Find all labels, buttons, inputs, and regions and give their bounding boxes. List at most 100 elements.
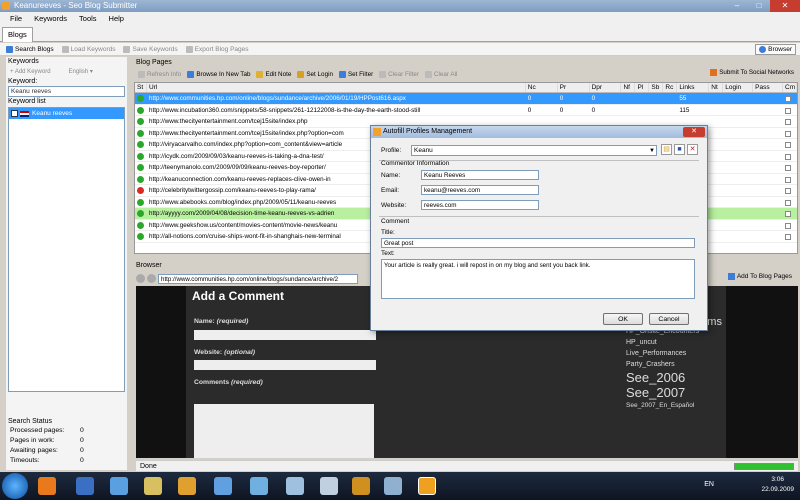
seo-submitter-task-icon[interactable] bbox=[418, 477, 436, 495]
tag-link[interactable]: See_2007_En_Español bbox=[626, 402, 736, 409]
app-icon-5[interactable] bbox=[178, 477, 196, 495]
minimize-button[interactable]: – bbox=[726, 0, 748, 12]
blog-pages-title: Blog Pages bbox=[136, 59, 172, 66]
tag-link[interactable]: See_2006 bbox=[626, 370, 736, 385]
export-blog-pages-button[interactable]: Export Blog Pages bbox=[185, 45, 249, 53]
row-checkbox[interactable] bbox=[785, 96, 792, 102]
keyword-checkbox[interactable] bbox=[11, 110, 18, 117]
tag-link[interactable]: HP_uncut bbox=[626, 339, 736, 346]
col-url[interactable]: Url bbox=[147, 83, 526, 92]
app-icon-7[interactable] bbox=[250, 477, 268, 495]
menu-keywords[interactable]: Keywords bbox=[28, 12, 73, 25]
language-indicator[interactable]: EN bbox=[704, 481, 714, 488]
row-checkbox[interactable] bbox=[785, 222, 792, 229]
new-profile-icon[interactable]: ▤ bbox=[661, 144, 672, 155]
clear-filter-button[interactable]: Clear Filter bbox=[379, 70, 419, 78]
col-nf[interactable]: Nf bbox=[621, 83, 636, 92]
row-checkbox[interactable] bbox=[785, 142, 792, 148]
tab-blogs[interactable]: Blogs bbox=[2, 27, 33, 42]
cancel-button[interactable]: Cancel bbox=[649, 313, 689, 325]
app-icon-8[interactable] bbox=[286, 477, 304, 495]
language-select[interactable]: English ▾ bbox=[69, 68, 93, 75]
app-icon-9[interactable] bbox=[320, 477, 338, 495]
web-website-field[interactable] bbox=[194, 360, 376, 370]
col-pl[interactable]: Pl bbox=[635, 83, 650, 92]
clear-all-button[interactable]: Clear All bbox=[424, 70, 457, 78]
email-input[interactable]: keanu@reeves.com bbox=[421, 185, 539, 195]
row-checkbox[interactable] bbox=[785, 199, 792, 206]
clock[interactable]: 3:06 22.09.2009 bbox=[761, 475, 794, 495]
close-button[interactable]: ✕ bbox=[770, 0, 800, 12]
browser-toggle-button[interactable]: Browser bbox=[755, 44, 796, 55]
row-checkbox[interactable] bbox=[785, 234, 792, 240]
name-input[interactable]: Keanu Reeves bbox=[421, 170, 539, 180]
row-checkbox[interactable] bbox=[785, 153, 792, 160]
dialog-close-button[interactable]: ✕ bbox=[683, 127, 705, 137]
list-item[interactable]: Keanu reeves bbox=[9, 108, 124, 119]
set-filter-button[interactable]: Set Filter bbox=[338, 70, 373, 78]
app-icon-10[interactable] bbox=[352, 477, 370, 495]
row-checkbox[interactable] bbox=[785, 119, 792, 125]
col-nt[interactable]: Nt bbox=[709, 83, 724, 92]
row-checkbox[interactable] bbox=[785, 165, 792, 171]
folder-icon[interactable] bbox=[144, 477, 162, 495]
row-checkbox[interactable] bbox=[785, 130, 792, 137]
app-icon-11[interactable] bbox=[384, 477, 402, 495]
menu-help[interactable]: Help bbox=[103, 12, 130, 25]
comment-title-input[interactable]: Great post bbox=[381, 238, 695, 248]
maximize-button[interactable]: □ bbox=[748, 0, 770, 12]
delete-profile-icon[interactable]: ✕ bbox=[687, 144, 698, 155]
website-optional: (optional) bbox=[224, 349, 256, 356]
start-button[interactable] bbox=[2, 473, 28, 499]
menu-file[interactable]: File bbox=[4, 12, 28, 25]
col-dpr[interactable]: Dpr bbox=[590, 83, 622, 92]
ok-button[interactable]: OK bbox=[603, 313, 643, 325]
keyword-input[interactable]: Keanu reeves bbox=[8, 86, 125, 97]
row-checkbox[interactable] bbox=[785, 176, 792, 183]
keyword-item-label: Keanu reeves bbox=[32, 110, 73, 117]
save-profile-icon[interactable]: ■ bbox=[674, 144, 685, 155]
web-name-field[interactable] bbox=[194, 330, 376, 340]
website-input[interactable]: reeves.com bbox=[421, 200, 539, 210]
row-checkbox[interactable] bbox=[785, 107, 792, 114]
cm-cell bbox=[783, 220, 797, 231]
search-blogs-button[interactable]: Search Blogs bbox=[6, 45, 54, 53]
col-sb[interactable]: Sb bbox=[649, 83, 664, 92]
load-keywords-button[interactable]: Load Keywords bbox=[61, 45, 115, 53]
col-pass[interactable]: Pass bbox=[753, 83, 784, 92]
firefox-icon[interactable] bbox=[38, 477, 56, 495]
table-row[interactable]: http://www.incubation360.com/snippets/58… bbox=[135, 105, 797, 116]
profile-select[interactable]: Keanu ▼ bbox=[411, 145, 657, 156]
col-st[interactable]: St bbox=[135, 83, 147, 92]
col-pr[interactable]: Pr bbox=[558, 83, 590, 92]
add-to-blog-pages-button[interactable]: Add To Blog Pages bbox=[727, 273, 792, 280]
tag-link[interactable]: See_2007 bbox=[626, 385, 736, 400]
row-checkbox[interactable] bbox=[785, 188, 792, 194]
submit-social-button[interactable]: Submit To Social Networks bbox=[710, 69, 794, 76]
app-icon-6[interactable] bbox=[214, 477, 232, 495]
login-cell bbox=[723, 151, 753, 162]
edit-note-button[interactable]: Edit Note bbox=[256, 70, 291, 78]
app-icon-3[interactable] bbox=[110, 477, 128, 495]
comment-text-area[interactable]: Your article is really great. i will rep… bbox=[381, 259, 695, 299]
tag-link[interactable]: Party_Crashers bbox=[626, 361, 736, 368]
col-login[interactable]: Login bbox=[723, 83, 754, 92]
web-comments-field[interactable] bbox=[194, 404, 374, 458]
app-icon-2[interactable] bbox=[76, 477, 94, 495]
col-links[interactable]: Links bbox=[677, 83, 710, 92]
table-row[interactable]: http://www.communities.hp.com/online/blo… bbox=[135, 93, 797, 105]
row-checkbox[interactable] bbox=[785, 211, 792, 217]
back-icon[interactable] bbox=[136, 274, 145, 283]
add-keyword-button[interactable]: + Add Keyword bbox=[10, 69, 51, 75]
save-keywords-button[interactable]: Save Keywords bbox=[123, 45, 178, 53]
col-cm[interactable]: Cm bbox=[783, 83, 797, 92]
refresh-info-button[interactable]: Refresh Info bbox=[138, 70, 181, 78]
forward-icon[interactable] bbox=[147, 274, 156, 283]
menu-tools[interactable]: Tools bbox=[73, 12, 103, 25]
col-rc[interactable]: Rc bbox=[663, 83, 678, 92]
col-nc[interactable]: Nc bbox=[526, 83, 558, 92]
browse-new-tab-button[interactable]: Browse In New Tab bbox=[187, 70, 250, 78]
address-input[interactable]: http://www.communities.hp.com/online/blo… bbox=[158, 273, 358, 284]
set-login-button[interactable]: Set Login bbox=[297, 70, 333, 78]
tag-link[interactable]: Live_Performances bbox=[626, 350, 736, 357]
